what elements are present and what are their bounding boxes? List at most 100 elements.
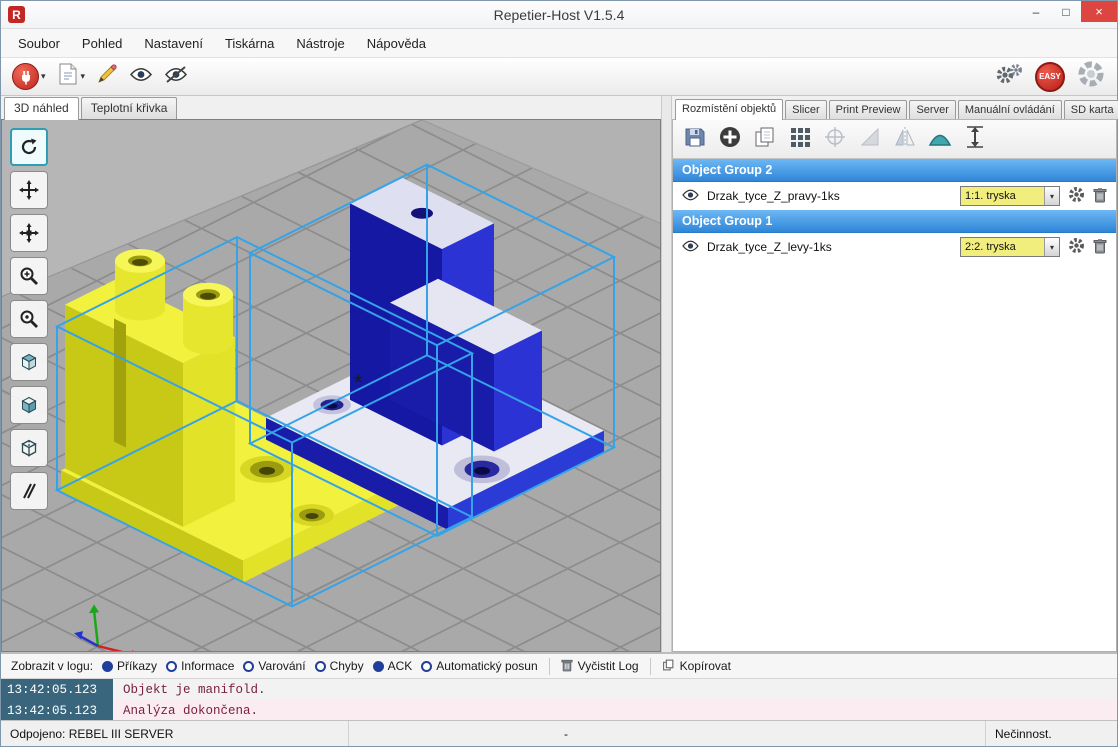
object-toolbar bbox=[672, 119, 1117, 159]
menu-pohled[interactable]: Pohled bbox=[71, 31, 133, 56]
window-controls: – □ × bbox=[1021, 1, 1117, 22]
copy-log-button[interactable]: Kopírovat bbox=[662, 658, 731, 675]
log-entry: 13:42:05.123 Analýza dokončena. bbox=[1, 700, 1117, 720]
extruder-value: 1:1. tryska bbox=[961, 190, 1044, 202]
autoposition-button[interactable] bbox=[788, 125, 812, 154]
filter-automaticky-posun[interactable]: Automatický posun bbox=[421, 659, 537, 673]
edit-gcode-button[interactable] bbox=[93, 61, 121, 92]
tab-server[interactable]: Server bbox=[909, 100, 955, 119]
object-settings-gear-icon[interactable] bbox=[1068, 237, 1085, 257]
extruder-select[interactable]: 1:1. tryska ▾ bbox=[960, 186, 1060, 206]
close-button[interactable]: × bbox=[1081, 1, 1117, 22]
object-name: Drzak_tyce_Z_levy-1ks bbox=[707, 240, 952, 254]
load-caret-icon: ▾ bbox=[81, 71, 86, 82]
copy-log-label: Kopírovat bbox=[680, 659, 731, 673]
object-group-header[interactable]: Object Group 1 bbox=[673, 210, 1116, 233]
analyze-object-button[interactable] bbox=[963, 125, 987, 154]
group-title: Object Group 2 bbox=[682, 163, 772, 177]
easy-mode-button[interactable]: EASY bbox=[1032, 60, 1068, 94]
tab-sd-karta[interactable]: SD karta bbox=[1064, 100, 1118, 119]
filter-label: Informace bbox=[181, 659, 234, 673]
delete-object-trash-icon[interactable] bbox=[1093, 238, 1107, 257]
filter-prikazy[interactable]: Příkazy bbox=[102, 659, 157, 673]
tab-rozmisteni-objektu[interactable]: Rozmístění objektů bbox=[675, 99, 783, 120]
tab-3d-nahled[interactable]: 3D náhled bbox=[4, 97, 79, 120]
menu-soubor[interactable]: Soubor bbox=[7, 31, 71, 56]
save-objects-button[interactable] bbox=[683, 125, 707, 154]
connect-button[interactable]: ▾ bbox=[9, 61, 49, 92]
rotate-view-button[interactable] bbox=[10, 128, 48, 166]
show-filament-button[interactable] bbox=[126, 64, 156, 90]
load-button[interactable]: ▾ bbox=[54, 60, 89, 93]
visibility-eye-icon[interactable] bbox=[682, 189, 699, 204]
connect-icon bbox=[12, 63, 39, 90]
easy-mode-icon: EASY bbox=[1035, 62, 1065, 92]
filter-informace[interactable]: Informace bbox=[166, 659, 234, 673]
move-object-icon bbox=[19, 223, 39, 243]
zoom-in-button[interactable] bbox=[10, 257, 48, 295]
scale-object-button[interactable] bbox=[858, 125, 882, 154]
delete-object-trash-icon[interactable] bbox=[1093, 187, 1107, 206]
menu-nastaveni[interactable]: Nastavení bbox=[133, 31, 214, 56]
tab-manualni-ovladani[interactable]: Manuální ovládání bbox=[958, 100, 1062, 119]
object-row[interactable]: Drzak_tyce_Z_levy-1ks 2:2. tryska ▾ bbox=[673, 233, 1116, 261]
move-object-button[interactable] bbox=[10, 214, 48, 252]
menu-tiskarna[interactable]: Tiskárna bbox=[214, 31, 285, 56]
zoom-fit-button[interactable] bbox=[10, 300, 48, 338]
menu-nastroje[interactable]: Nástroje bbox=[285, 31, 355, 56]
connection-status: Odpojeno: REBEL III SERVER bbox=[1, 721, 349, 746]
filter-label: Chyby bbox=[330, 659, 364, 673]
zoom-in-icon bbox=[19, 266, 39, 286]
radio-icon bbox=[166, 661, 177, 672]
object-settings-gear-icon[interactable] bbox=[1068, 186, 1085, 206]
viewport-toolbar bbox=[10, 128, 48, 510]
tab-slicer[interactable]: Slicer bbox=[785, 100, 827, 119]
parallel-projection-button[interactable] bbox=[10, 472, 48, 510]
printer-settings-button[interactable] bbox=[991, 59, 1027, 94]
visibility-eye-icon[interactable] bbox=[682, 240, 699, 255]
origin-marker: * bbox=[354, 370, 363, 395]
hide-travel-button[interactable] bbox=[161, 64, 191, 90]
panel-splitter[interactable] bbox=[661, 96, 672, 652]
radio-icon bbox=[373, 661, 384, 672]
add-object-button[interactable] bbox=[718, 125, 742, 154]
trash-icon bbox=[561, 658, 573, 675]
titlebar[interactable]: R Repetier-Host V1.5.4 – □ × bbox=[1, 1, 1117, 29]
view-top-button[interactable] bbox=[10, 343, 48, 381]
move-view-button[interactable] bbox=[10, 171, 48, 209]
log-view[interactable]: 13:42:05.123 Objekt je manifold. 13:42:0… bbox=[1, 678, 1117, 720]
right-tabs: Rozmístění objektů Slicer Print Preview … bbox=[672, 96, 1117, 119]
tab-print-preview[interactable]: Print Preview bbox=[829, 100, 908, 119]
zoom-fit-icon bbox=[19, 309, 39, 329]
view-wireframe-button[interactable] bbox=[10, 429, 48, 467]
clear-log-button[interactable]: Vyčistit Log bbox=[561, 658, 639, 675]
object-row[interactable]: Drzak_tyce_Z_pravy-1ks 1:1. tryska ▾ bbox=[673, 182, 1116, 210]
object-list: Object Group 2 Drzak_tyce_Z_pravy-1ks 1:… bbox=[672, 159, 1117, 652]
parallel-projection-icon bbox=[19, 481, 39, 501]
3d-viewport[interactable]: * bbox=[1, 119, 661, 652]
menubar: Soubor Pohled Nastavení Tiskárna Nástroj… bbox=[1, 29, 1117, 58]
mirror-object-button[interactable] bbox=[893, 125, 917, 154]
copy-objects-button[interactable] bbox=[753, 125, 777, 154]
menu-napoveda[interactable]: Nápověda bbox=[356, 31, 437, 56]
object-group-header[interactable]: Object Group 2 bbox=[673, 159, 1116, 182]
radio-icon bbox=[102, 661, 113, 672]
cube-wireframe-icon bbox=[19, 438, 39, 458]
gear-ring-button[interactable] bbox=[1073, 57, 1109, 96]
maximize-button[interactable]: □ bbox=[1051, 1, 1081, 22]
rotate-icon bbox=[19, 137, 39, 157]
view-iso-button[interactable] bbox=[10, 386, 48, 424]
log-timestamp: 13:42:05.123 bbox=[1, 679, 113, 700]
cut-object-button[interactable] bbox=[928, 125, 952, 154]
select-caret-icon: ▾ bbox=[1044, 187, 1059, 205]
status-center: - bbox=[349, 721, 985, 746]
minimize-button[interactable]: – bbox=[1021, 1, 1051, 22]
extruder-select[interactable]: 2:2. tryska ▾ bbox=[960, 237, 1060, 257]
center-object-button[interactable] bbox=[823, 125, 847, 154]
separator bbox=[650, 658, 651, 675]
filter-chyby[interactable]: Chyby bbox=[315, 659, 364, 673]
filter-varovani[interactable]: Varování bbox=[243, 659, 305, 673]
filter-ack[interactable]: ACK bbox=[373, 659, 413, 673]
tab-teplotni-krivka[interactable]: Teplotní křivka bbox=[81, 97, 178, 119]
select-caret-icon: ▾ bbox=[1044, 238, 1059, 256]
